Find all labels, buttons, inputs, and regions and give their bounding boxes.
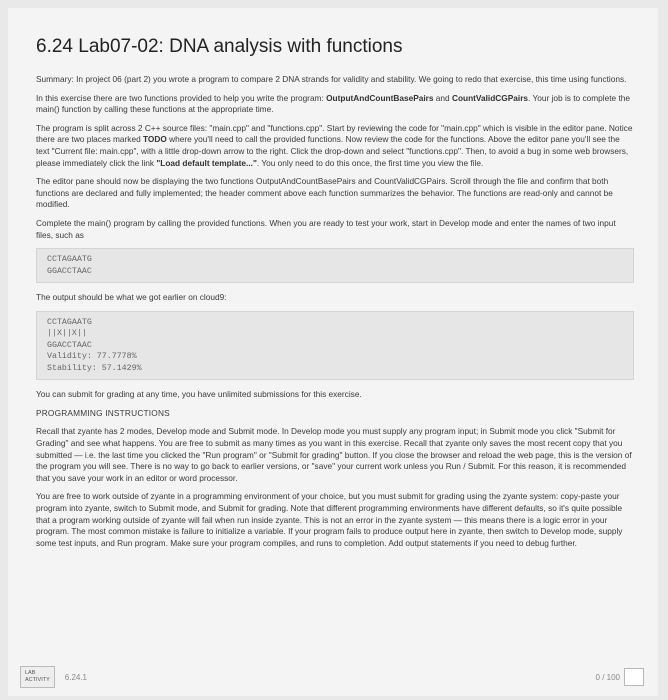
code-line: Stability: 57.1429% bbox=[47, 363, 142, 373]
output-paragraph: The output should be what we got earlier… bbox=[36, 292, 227, 303]
code-line: Validity: 77.7778% bbox=[47, 352, 137, 362]
code-line: CCTAGAATG bbox=[47, 317, 92, 327]
lab-page: 6.24 Lab07-02: DNA analysis with functio… bbox=[8, 8, 658, 696]
complete-main-paragraph: Complete the main() program by calling t… bbox=[36, 217, 616, 240]
function-name-count: CountValidCGPairs bbox=[451, 92, 529, 103]
lab-activity-badge: LAB ACTIVITY bbox=[20, 666, 55, 688]
text-segment: and bbox=[433, 92, 452, 103]
text-segment: In this exercise there are two functions… bbox=[36, 92, 327, 103]
programming-instructions-heading: PROGRAMMING INSTRUCTIONS bbox=[36, 407, 170, 418]
editor-pane-paragraph: The editor pane should now be displaying… bbox=[36, 176, 613, 210]
score-indicator-box bbox=[624, 668, 644, 686]
summary-paragraph: Summary: In project 06 (part 2) you wrot… bbox=[36, 74, 627, 84]
lab-number: 6.24.1 bbox=[64, 672, 88, 682]
page-title: 6.24 Lab07-02: DNA analysis with functio… bbox=[36, 36, 403, 57]
badge-line: LAB bbox=[25, 670, 36, 676]
submit-info-paragraph: You can submit for grading at any time, … bbox=[36, 389, 362, 400]
text-segment: . You only need to do this once, the fir… bbox=[256, 157, 484, 168]
function-name-output: OutputAndCountBasePairs bbox=[326, 92, 434, 103]
functions-paragraph: In this exercise there are two functions… bbox=[36, 93, 634, 116]
code-line: GGACCTAAC bbox=[47, 340, 92, 350]
code-line: CCTAGAATG bbox=[47, 255, 92, 265]
code-line: ||X||X|| bbox=[47, 329, 87, 339]
lab-footer: LAB ACTIVITY 6.24.1 0 / 100 bbox=[20, 664, 644, 690]
modes-paragraph: Recall that zyante has 2 modes, Develop … bbox=[36, 426, 632, 483]
badge-line: ACTIVITY bbox=[25, 677, 50, 683]
output-example-code: CCTAGAATG ||X||X|| GGACCTAAC Validity: 7… bbox=[36, 310, 634, 381]
load-template-link[interactable]: "Load default template..." bbox=[156, 158, 257, 168]
todo-keyword: TODO bbox=[143, 134, 167, 145]
score-label: 0 / 100 bbox=[595, 672, 620, 682]
environment-paragraph: You are free to work outside of zyante i… bbox=[36, 491, 623, 548]
input-example-code: CCTAGAATG GGACCTAAC bbox=[36, 248, 634, 284]
source-files-paragraph: The program is split across 2 C++ source… bbox=[36, 123, 634, 169]
code-line: GGACCTAAC bbox=[47, 266, 92, 276]
